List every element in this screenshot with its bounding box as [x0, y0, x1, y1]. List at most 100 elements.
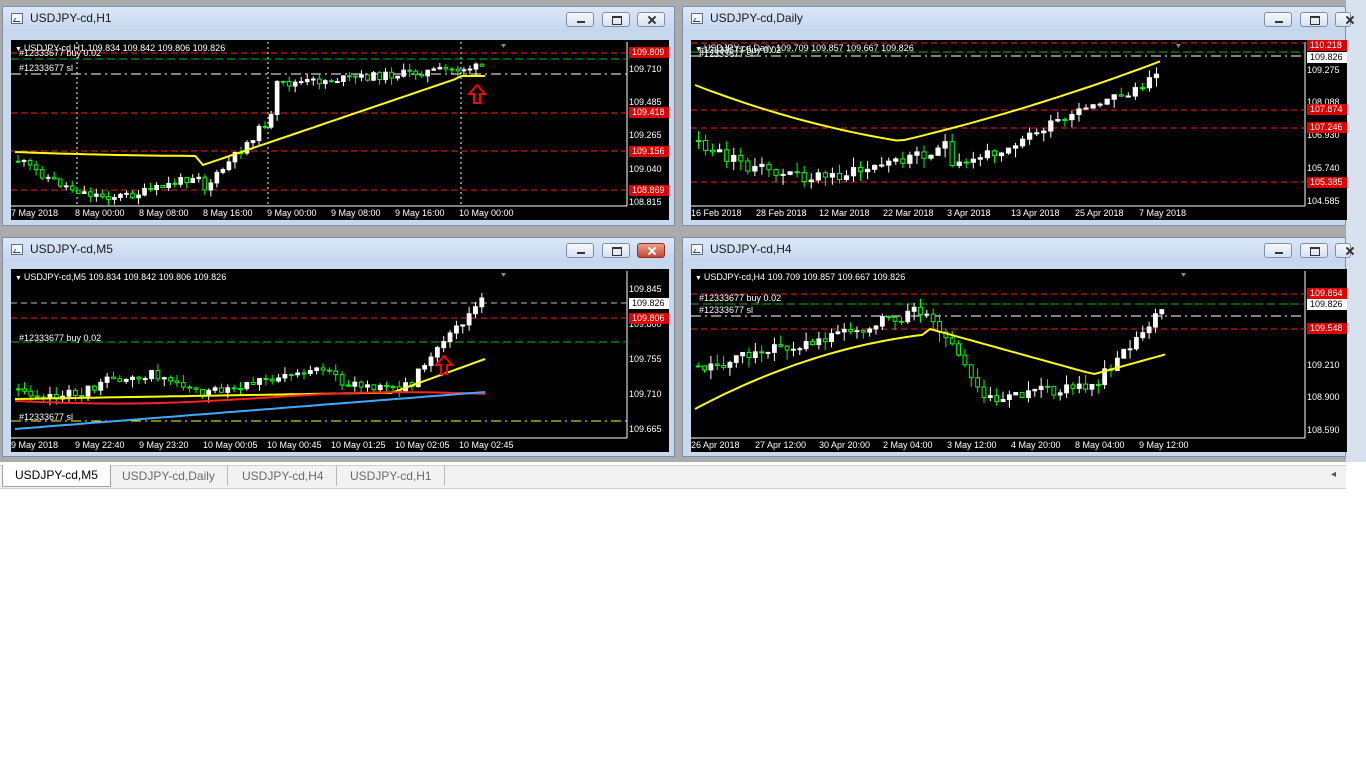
price-axis-label: 104.585	[1307, 196, 1340, 206]
candle-body	[791, 348, 796, 351]
price-chart[interactable]: USDJPY-cd,Daily 109.709 109.857 109.667 …	[691, 40, 1347, 220]
candle-body	[816, 338, 822, 346]
price-tag: 107.874	[1307, 104, 1347, 115]
candle-body	[1089, 383, 1095, 390]
close-button[interactable]	[637, 243, 665, 258]
candle-body	[905, 310, 911, 323]
candle-body	[57, 178, 63, 187]
time-axis-label: 13 Apr 2018	[1011, 208, 1060, 218]
candle-body	[292, 81, 298, 87]
window-titlebar[interactable]: USDJPY-cd,H1	[3, 7, 674, 31]
chart-window-h1[interactable]: USDJPY-cd,H1 USDJPY-cd,H1 109.834 109.84…	[2, 6, 675, 226]
candle-body	[1127, 348, 1133, 351]
maximize-button[interactable]	[601, 243, 630, 258]
candle-body	[797, 348, 803, 351]
order-label: #12333677 sl	[19, 63, 74, 73]
price-chart[interactable]: USDJPY-cd,M5 109.834 109.842 109.806 109…	[11, 269, 669, 452]
minimize-button[interactable]	[1264, 12, 1293, 27]
candle-body	[731, 154, 737, 162]
tab-h4[interactable]: USDJPY-cd,H4	[230, 466, 337, 486]
time-axis-label: 10 May 00:00	[459, 208, 514, 218]
candle-body	[390, 385, 396, 388]
candle-body	[1111, 94, 1117, 100]
candle-body	[286, 80, 292, 87]
candle-body	[1064, 384, 1069, 394]
candle-body	[39, 169, 45, 179]
candle-body	[794, 171, 800, 174]
price-axis-label: 109.265	[629, 130, 662, 140]
candle-body	[15, 388, 21, 391]
candle-body	[773, 169, 779, 176]
candle-body	[282, 373, 288, 379]
chart-window-daily[interactable]: USDJPY-cd,Daily USDJPY-cd,Daily 109.709 …	[682, 6, 1351, 226]
candle-body	[274, 80, 280, 115]
candle-body	[1090, 104, 1096, 109]
candle-body	[733, 355, 739, 363]
close-button[interactable]	[637, 12, 665, 27]
minimize-button[interactable]	[566, 12, 595, 27]
candle-body	[172, 182, 177, 185]
maximize-button[interactable]	[1299, 12, 1328, 27]
candle-body	[425, 69, 431, 77]
candle-body	[190, 178, 196, 183]
candle-body	[136, 376, 142, 380]
maximize-button[interactable]	[601, 12, 630, 27]
arrow-up-icon	[466, 83, 488, 104]
candle-body	[479, 297, 485, 308]
minimize-button[interactable]	[1264, 243, 1293, 258]
candle-body	[449, 68, 455, 71]
window-titlebar[interactable]: USDJPY-cd,H4	[683, 238, 1351, 262]
time-axis-label: 12 Mar 2018	[819, 208, 870, 218]
candle-body	[1069, 113, 1075, 121]
candle-body	[850, 167, 857, 177]
minimize-button[interactable]	[566, 243, 595, 258]
candle-body	[695, 140, 702, 143]
price-axis-label: 109.710	[629, 64, 662, 74]
candle-body	[1019, 392, 1025, 399]
time-axis-label: 8 May 00:00	[75, 208, 125, 218]
chart-window-h4[interactable]: USDJPY-cd,H4 USDJPY-cd,H4 109.709 109.85…	[682, 237, 1351, 457]
candle-body	[307, 369, 313, 375]
candle-body	[352, 381, 358, 387]
symbol-info: USDJPY-cd,H4 109.709 109.857 109.667 109…	[695, 272, 905, 282]
maximize-button[interactable]	[1299, 243, 1328, 258]
candle-body	[98, 381, 104, 391]
candle-body	[180, 382, 186, 388]
chart-plot	[11, 271, 628, 439]
tab-daily[interactable]: USDJPY-cd,Daily	[110, 466, 228, 486]
window-titlebar[interactable]: USDJPY-cd,M5	[3, 238, 674, 262]
candle-body	[968, 364, 974, 379]
tab-scroll-left-icon[interactable]: ◂	[1331, 469, 1336, 480]
tab-h1[interactable]: USDJPY-cd,H1	[338, 466, 445, 486]
close-button[interactable]	[1335, 12, 1351, 27]
candle-body	[1146, 326, 1152, 334]
candle-body	[899, 320, 904, 323]
chart-window-m5[interactable]: USDJPY-cd,M5 USDJPY-cd,M5 109.834 109.84…	[2, 237, 675, 457]
candle-body	[801, 172, 807, 183]
candle-body	[963, 161, 969, 164]
candle-body	[467, 68, 473, 71]
window-titlebar[interactable]: USDJPY-cd,Daily	[683, 7, 1351, 31]
candle-body	[921, 151, 927, 159]
candle-body	[746, 352, 752, 359]
time-axis-label: 25 Apr 2018	[1075, 208, 1124, 218]
candle-body	[21, 160, 27, 163]
tab-m5[interactable]: USDJPY-cd,M5	[2, 465, 111, 487]
candle-body	[81, 191, 87, 194]
price-chart[interactable]: USDJPY-cd,H1 109.834 109.842 109.806 109…	[11, 40, 669, 220]
price-tag: 110.218	[1307, 40, 1347, 51]
candle-body	[220, 169, 226, 173]
time-axis-label: 16 Feb 2018	[691, 208, 742, 218]
candle-body	[1118, 94, 1124, 97]
candle-body	[479, 63, 485, 67]
price-chart[interactable]: USDJPY-cd,H4 109.709 109.857 109.667 109…	[691, 269, 1347, 452]
candle-body	[765, 351, 771, 354]
price-axis-label: 105.740	[1307, 163, 1340, 173]
candle-body	[155, 370, 161, 380]
candle-body	[1076, 108, 1082, 115]
chart-plot	[11, 42, 628, 207]
close-button[interactable]	[1335, 243, 1351, 258]
candle-body	[1104, 98, 1110, 105]
candle-body	[22, 388, 27, 392]
candle-body	[843, 175, 850, 180]
